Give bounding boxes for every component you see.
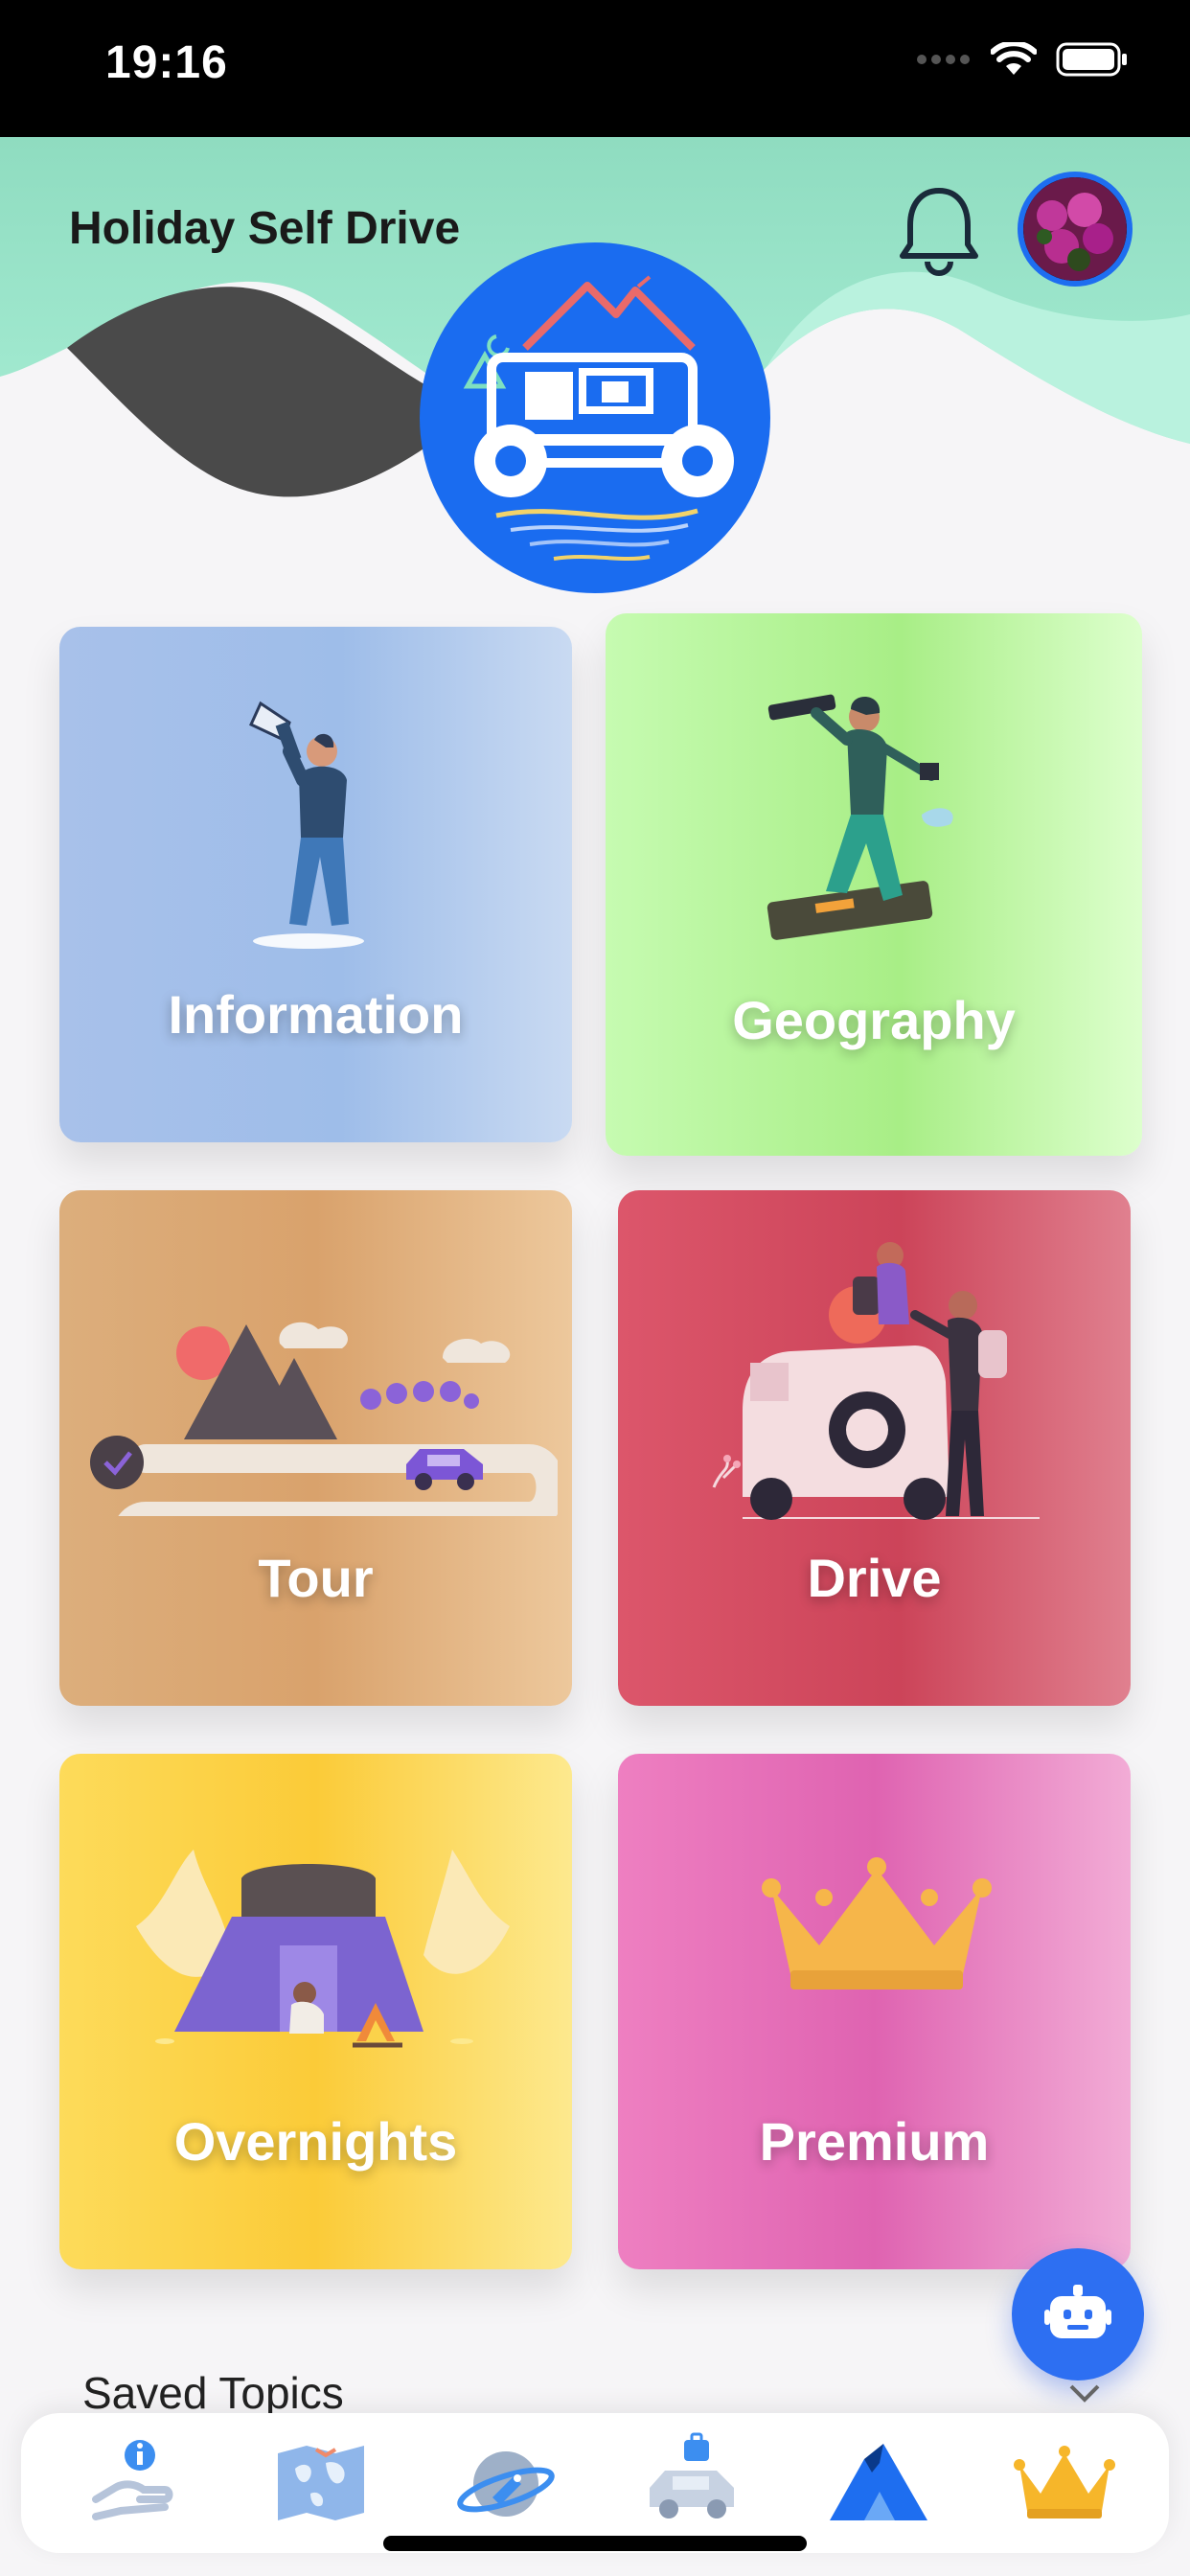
card-label-drive: Drive: [807, 1548, 942, 1608]
card-tour[interactable]: Tour: [59, 1190, 572, 1706]
planet-rocket-icon: [457, 2451, 555, 2517]
tab-drive[interactable]: [640, 2430, 745, 2536]
bottom-tab-bar: [21, 2413, 1169, 2553]
card-geography[interactable]: Geography: [606, 613, 1142, 1156]
card-information[interactable]: Information: [59, 627, 572, 1142]
avatar[interactable]: [1018, 172, 1133, 287]
travel-car-icon: [650, 2432, 734, 2518]
card-label-information: Information: [168, 984, 464, 1045]
tab-geography[interactable]: [268, 2430, 374, 2536]
home-indicator: [383, 2536, 807, 2551]
jeep-travelers-icon: [712, 1242, 1040, 1520]
avatar-photo: [1023, 177, 1127, 281]
card-label-premium: Premium: [759, 2111, 990, 2172]
status-time: 19:16: [105, 37, 228, 88]
saved-topics-heading[interactable]: Saved Topics: [82, 2367, 344, 2419]
bell-icon[interactable]: [899, 185, 979, 277]
tab-information[interactable]: [82, 2430, 188, 2536]
tab-overnights[interactable]: [826, 2430, 931, 2536]
jeep-logo-icon: [463, 275, 734, 561]
card-premium[interactable]: Premium: [618, 1754, 1131, 2269]
megaphone-person-icon: [249, 701, 364, 949]
card-label-overnights: Overnights: [173, 2111, 458, 2172]
battery-icon: [1056, 42, 1127, 77]
mountain-tent-icon: [830, 2444, 927, 2520]
camping-tent-icon: [136, 1850, 510, 2048]
app-title: Holiday Self Drive: [69, 203, 461, 254]
robot-icon: [1044, 2285, 1111, 2338]
status-icons: [916, 42, 1129, 77]
info-hand-icon: [92, 2440, 173, 2520]
card-label-tour: Tour: [258, 1548, 374, 1608]
purple-car-icon: [406, 1449, 483, 1490]
signal-icon: [917, 55, 970, 64]
wifi-icon: [991, 42, 1037, 75]
card-overnights[interactable]: Overnights: [59, 1754, 572, 2269]
card-drive[interactable]: Drive: [618, 1190, 1131, 1706]
status-bar: 19:16: [0, 0, 1190, 137]
crown-icon: [762, 1857, 992, 1990]
telescope-explorer-icon: [767, 694, 953, 940]
header: Holiday Self Drive: [0, 137, 1190, 593]
world-map-icon: [278, 2446, 364, 2520]
chatbot-button[interactable]: [1012, 2248, 1144, 2380]
card-label-geography: Geography: [732, 990, 1016, 1050]
app-logo: [420, 242, 770, 593]
crown-icon: [1014, 2446, 1115, 2518]
chevron-down-icon[interactable]: [1065, 2382, 1104, 2405]
tab-tour[interactable]: [454, 2430, 560, 2536]
tab-premium[interactable]: [1012, 2430, 1117, 2536]
